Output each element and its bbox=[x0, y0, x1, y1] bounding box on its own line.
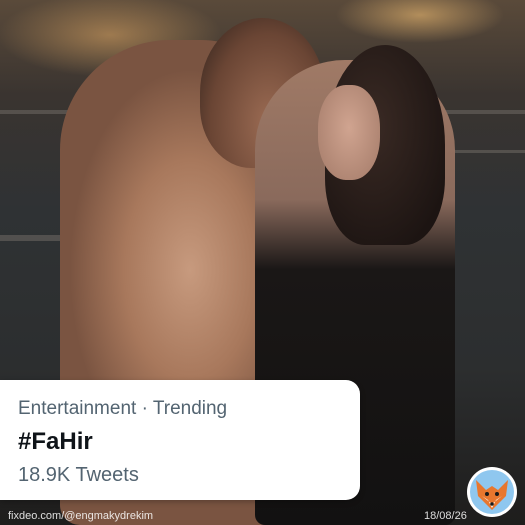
trend-category: Entertainment bbox=[18, 398, 137, 419]
date-stamp: 18/08/26 bbox=[424, 510, 467, 522]
trend-card[interactable]: Entertainment · Trending #FaHir 18.9K Tw… bbox=[0, 380, 360, 500]
watermark-text: fixdeo.com/@engmakydrekim bbox=[8, 510, 154, 522]
trend-status: Trending bbox=[152, 398, 228, 419]
trend-meta: Entertainment · Trending bbox=[18, 398, 227, 420]
trend-separator: · bbox=[136, 398, 153, 419]
fox-logo-icon bbox=[466, 466, 518, 518]
trend-tweet-count: 18.9K Tweets bbox=[18, 464, 139, 486]
trend-hashtag[interactable]: #FaHir bbox=[18, 428, 93, 456]
photo-face-right bbox=[318, 85, 380, 180]
